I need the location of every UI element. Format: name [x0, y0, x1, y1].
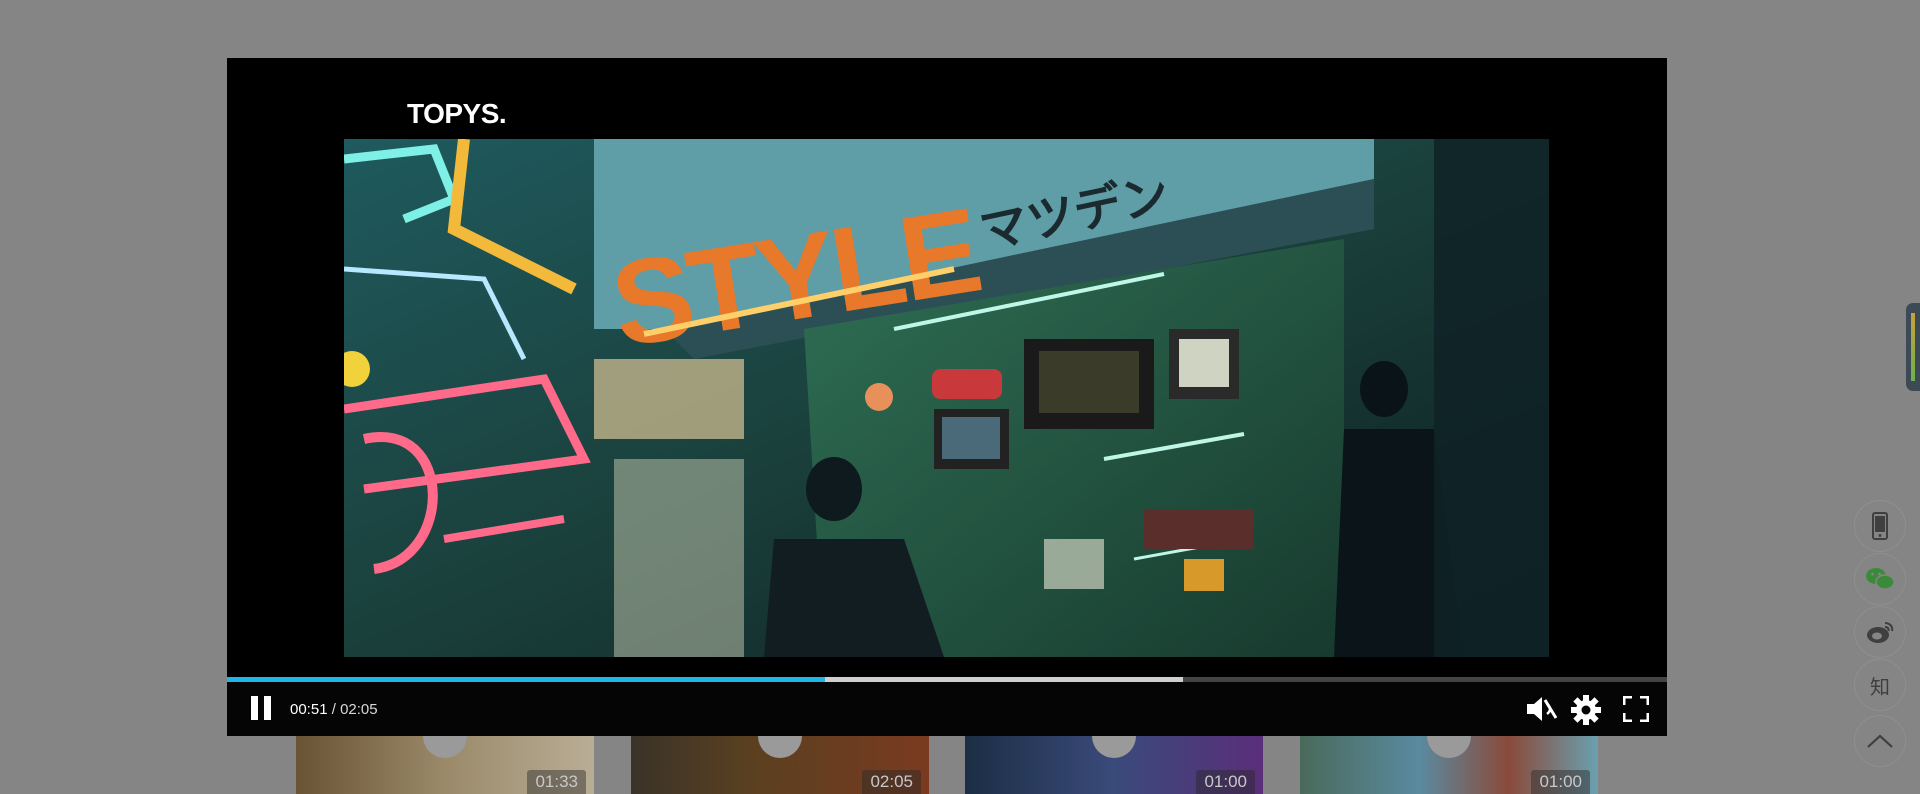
- mobile-button[interactable]: [1854, 500, 1906, 552]
- weibo-button[interactable]: [1854, 606, 1906, 658]
- volume-mute-icon[interactable]: [1525, 694, 1559, 724]
- brand-logo: TOPYS.: [407, 98, 507, 129]
- edge-widget-bar: [1911, 313, 1915, 381]
- video-thumbnail[interactable]: 01:00: [965, 736, 1263, 794]
- play-circle: [758, 736, 802, 758]
- play-circle: [423, 736, 467, 758]
- weibo-icon: [1867, 622, 1894, 643]
- video-frame[interactable]: STYLE マツデン: [344, 139, 1549, 657]
- current-time: 00:51: [290, 701, 328, 718]
- thumbnail-duration: 01:33: [527, 770, 586, 794]
- fullscreen-icon[interactable]: [1623, 696, 1649, 722]
- video-scene-image: STYLE マツデン: [344, 139, 1549, 657]
- control-bar: 00:51 / 02:05: [227, 682, 1667, 736]
- video-thumbnail[interactable]: 01:00: [1300, 736, 1598, 794]
- mobile-icon: [1872, 512, 1888, 540]
- back-to-top-button[interactable]: [1854, 715, 1906, 767]
- zhihu-button[interactable]: 知: [1854, 659, 1906, 711]
- time-display: 00:51 / 02:05: [290, 701, 378, 718]
- play-circle: [1427, 736, 1471, 758]
- total-time: 02:05: [340, 701, 378, 718]
- play-circle: [1092, 736, 1136, 758]
- thumbnail-duration: 01:00: [1531, 770, 1590, 794]
- pause-icon-bar: [264, 696, 271, 720]
- time-separator: /: [327, 701, 341, 718]
- video-player[interactable]: TOPYS. STYLE マツデン 00:51 / 02:05: [227, 58, 1667, 736]
- edge-widget-tab[interactable]: [1906, 303, 1920, 391]
- pause-icon: [251, 696, 258, 720]
- settings-gear-icon[interactable]: [1570, 694, 1602, 726]
- pause-button[interactable]: [251, 696, 275, 722]
- wechat-button[interactable]: [1854, 553, 1906, 605]
- thumbnail-duration: 02:05: [862, 770, 921, 794]
- back-to-top-icon: [1867, 734, 1893, 748]
- video-thumbnail[interactable]: 01:33: [296, 736, 594, 794]
- video-thumbnail[interactable]: 02:05: [631, 736, 929, 794]
- wechat-icon: [1866, 568, 1895, 590]
- thumbnail-duration: 01:00: [1196, 770, 1255, 794]
- zhihu-icon: 知: [1870, 676, 1890, 699]
